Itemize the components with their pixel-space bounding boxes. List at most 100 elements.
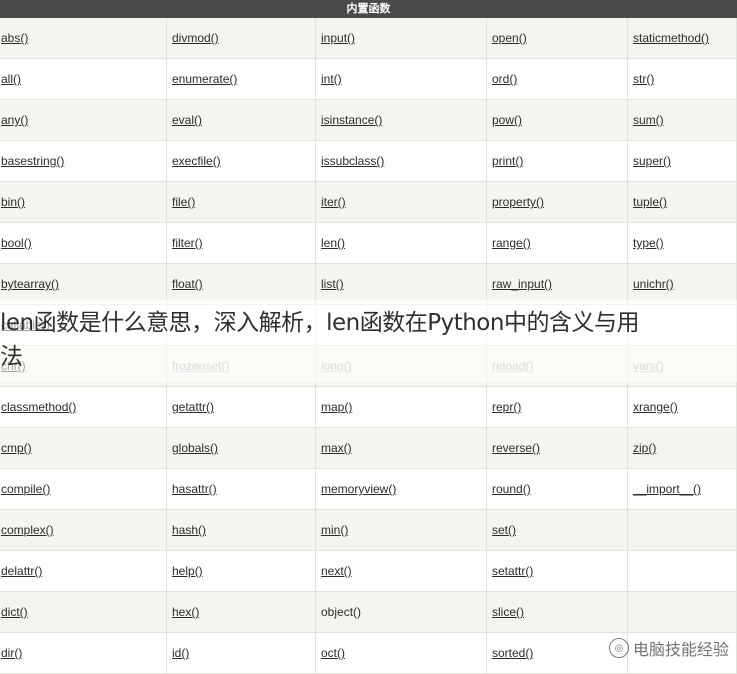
function-link[interactable]: unichr() bbox=[633, 277, 674, 291]
function-link[interactable]: round() bbox=[492, 482, 531, 496]
function-link[interactable]: len() bbox=[321, 236, 345, 250]
function-link[interactable]: reverse() bbox=[492, 441, 540, 455]
function-link[interactable]: basestring() bbox=[1, 154, 64, 168]
table-cell: file() bbox=[167, 182, 316, 223]
function-link[interactable]: type() bbox=[633, 236, 664, 250]
function-link[interactable]: compile() bbox=[1, 482, 50, 496]
function-link[interactable]: hasattr() bbox=[172, 482, 217, 496]
table-cell: cmp() bbox=[0, 428, 167, 469]
table-cell: type() bbox=[628, 223, 737, 264]
table-cell: next() bbox=[316, 551, 487, 592]
table-cell: object() bbox=[316, 592, 487, 633]
table-cell: xrange() bbox=[628, 387, 737, 428]
function-link[interactable]: bool() bbox=[1, 236, 32, 250]
table-cell: hasattr() bbox=[167, 469, 316, 510]
function-link[interactable]: setattr() bbox=[492, 564, 533, 578]
table-header: 内置函数 bbox=[0, 0, 737, 18]
function-link[interactable]: property() bbox=[492, 195, 544, 209]
function-link[interactable]: slice() bbox=[492, 605, 524, 619]
function-link[interactable]: hash() bbox=[172, 523, 206, 537]
function-link[interactable]: input() bbox=[321, 31, 355, 45]
function-link[interactable]: open() bbox=[492, 31, 527, 45]
function-link[interactable]: super() bbox=[633, 154, 671, 168]
function-link[interactable]: cmp() bbox=[1, 441, 32, 455]
function-link[interactable]: min() bbox=[321, 523, 348, 537]
function-link[interactable]: ord() bbox=[492, 72, 517, 86]
table-cell: classmethod() bbox=[0, 387, 167, 428]
function-link[interactable]: sum() bbox=[633, 113, 664, 127]
table-cell: pow() bbox=[487, 100, 628, 141]
function-link[interactable]: float() bbox=[172, 277, 203, 291]
function-link[interactable]: help() bbox=[172, 564, 203, 578]
function-link[interactable]: repr() bbox=[492, 400, 521, 414]
function-link[interactable]: __import__() bbox=[633, 482, 701, 496]
function-link[interactable]: classmethod() bbox=[1, 400, 76, 414]
watermark-text: 电脑技能经验 bbox=[632, 640, 729, 659]
function-link[interactable]: tuple() bbox=[633, 195, 667, 209]
function-link[interactable]: str() bbox=[633, 72, 654, 86]
function-link[interactable]: getattr() bbox=[172, 400, 214, 414]
function-link[interactable]: map() bbox=[321, 400, 352, 414]
function-link[interactable]: globals() bbox=[172, 441, 218, 455]
function-link[interactable]: bytearray() bbox=[1, 277, 59, 291]
function-link[interactable]: complex() bbox=[1, 523, 54, 537]
function-link[interactable]: eval() bbox=[172, 113, 202, 127]
function-link[interactable]: dir() bbox=[1, 646, 22, 660]
table-cell: list() bbox=[316, 264, 487, 305]
function-link[interactable]: raw_input() bbox=[492, 277, 552, 291]
function-link[interactable]: list() bbox=[321, 277, 344, 291]
table-cell: delattr() bbox=[0, 551, 167, 592]
function-link[interactable]: all() bbox=[1, 72, 21, 86]
function-link[interactable]: oct() bbox=[321, 646, 345, 660]
function-link[interactable]: file() bbox=[172, 195, 195, 209]
function-link[interactable]: filter() bbox=[172, 236, 203, 250]
function-link[interactable]: sorted() bbox=[492, 646, 533, 660]
function-link[interactable]: issubclass() bbox=[321, 154, 384, 168]
table-cell: unichr() bbox=[628, 264, 737, 305]
table-cell: setattr() bbox=[487, 551, 628, 592]
function-link[interactable]: print() bbox=[492, 154, 523, 168]
function-link[interactable]: next() bbox=[321, 564, 352, 578]
function-link[interactable]: bin() bbox=[1, 195, 25, 209]
function-link[interactable]: delattr() bbox=[1, 564, 42, 578]
table-cell: print() bbox=[487, 141, 628, 182]
function-link[interactable]: pow() bbox=[492, 113, 522, 127]
table-cell: super() bbox=[628, 141, 737, 182]
function-link[interactable]: int() bbox=[321, 72, 342, 86]
function-link[interactable]: hex() bbox=[172, 605, 199, 619]
table-cell: any() bbox=[0, 100, 167, 141]
table-cell: all() bbox=[0, 59, 167, 100]
table-cell: complex() bbox=[0, 510, 167, 551]
function-link[interactable]: divmod() bbox=[172, 31, 219, 45]
function-link[interactable]: isinstance() bbox=[321, 113, 382, 127]
function-link[interactable]: memoryview() bbox=[321, 482, 396, 496]
table-cell: reverse() bbox=[487, 428, 628, 469]
table-cell: max() bbox=[316, 428, 487, 469]
function-link[interactable]: max() bbox=[321, 441, 352, 455]
function-link[interactable]: execfile() bbox=[172, 154, 221, 168]
table-cell: str() bbox=[628, 59, 737, 100]
function-link[interactable]: enumerate() bbox=[172, 72, 237, 86]
function-link[interactable]: abs() bbox=[1, 31, 28, 45]
table-cell: enumerate() bbox=[167, 59, 316, 100]
table-cell: help() bbox=[167, 551, 316, 592]
function-link[interactable]: id() bbox=[172, 646, 189, 660]
function-link[interactable]: dict() bbox=[1, 605, 28, 619]
function-link[interactable]: set() bbox=[492, 523, 516, 537]
table-cell: issubclass() bbox=[316, 141, 487, 182]
table-cell: repr() bbox=[487, 387, 628, 428]
table-cell: ord() bbox=[487, 59, 628, 100]
table-cell: compile() bbox=[0, 469, 167, 510]
function-name: object() bbox=[321, 605, 362, 619]
function-link[interactable]: zip() bbox=[633, 441, 656, 455]
function-link[interactable]: staticmethod() bbox=[633, 31, 709, 45]
watermark: ◎ 电脑技能经验 bbox=[608, 636, 729, 660]
article-title-overlay: len函数是什么意思，深入解析，len函数在Python中的含义与用 法 bbox=[0, 306, 737, 374]
table-cell: sum() bbox=[628, 100, 737, 141]
table-cell: property() bbox=[487, 182, 628, 223]
table-cell: round() bbox=[487, 469, 628, 510]
function-link[interactable]: iter() bbox=[321, 195, 346, 209]
function-link[interactable]: xrange() bbox=[633, 400, 678, 414]
function-link[interactable]: any() bbox=[1, 113, 28, 127]
function-link[interactable]: range() bbox=[492, 236, 531, 250]
